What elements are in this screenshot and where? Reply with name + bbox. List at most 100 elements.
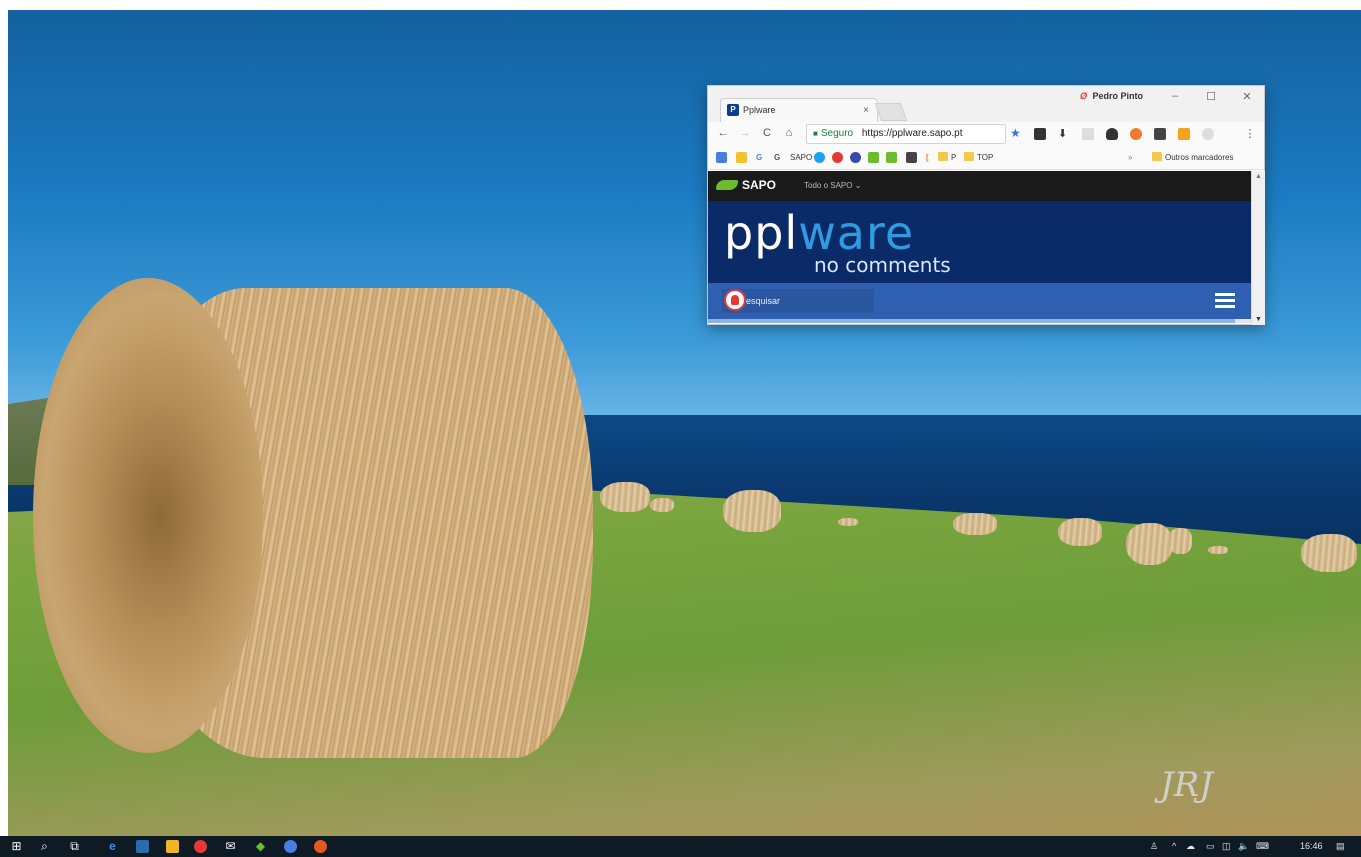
- hamburger-menu-icon[interactable]: [1215, 293, 1235, 309]
- cloud-icon[interactable]: ☁: [1186, 840, 1195, 853]
- notification-bell-icon[interactable]: [724, 289, 746, 311]
- google-icon[interactable]: G: [774, 152, 780, 164]
- twitter-icon[interactable]: [814, 152, 825, 163]
- scroll-down-icon[interactable]: ▼: [1255, 316, 1262, 323]
- logo-part-ppl: ppl: [724, 206, 799, 260]
- browser-toolbar: ← → C ⌂ ■ Seguro https://pplware.sapo.pt …: [708, 122, 1264, 146]
- drive-icon[interactable]: [736, 152, 747, 163]
- page-viewport: SAPO Todo o SAPO ⌄ pplware no comments P…: [708, 171, 1251, 326]
- wallpaper-signature: JRJ: [1160, 765, 1213, 805]
- clock[interactable]: 16:46: [1300, 840, 1323, 853]
- extension-icon[interactable]: [906, 152, 917, 163]
- forward-button[interactable]: →: [738, 127, 752, 139]
- pplware-nav: Pesquisar: [708, 283, 1251, 319]
- bookmarks-overflow[interactable]: »: [1128, 152, 1132, 164]
- folder-icon: [1152, 152, 1162, 161]
- extension-icon[interactable]: [1178, 128, 1190, 140]
- action-center-icon[interactable]: ▤: [1336, 840, 1345, 853]
- chrome-icon[interactable]: [194, 840, 207, 853]
- battery-icon[interactable]: ▭: [1206, 840, 1215, 853]
- other-bookmarks[interactable]: Outros marcadores: [1152, 152, 1233, 164]
- bracket-icon[interactable]: [: [926, 152, 929, 164]
- pplware-logo[interactable]: pplware: [724, 209, 914, 257]
- sapo-icon[interactable]: [886, 152, 897, 163]
- browser-titlebar[interactable]: P Pplware × Ø Pedro Pinto – ☐ ✕: [708, 86, 1264, 122]
- browser-window[interactable]: P Pplware × Ø Pedro Pinto – ☐ ✕ ← → C ⌂ …: [707, 85, 1265, 325]
- hay-bale: [1058, 518, 1102, 546]
- pplware-tagline: no comments: [814, 253, 951, 277]
- extension-icon[interactable]: [1202, 128, 1214, 140]
- new-tab-button[interactable]: [874, 103, 908, 121]
- other-bookmarks-label: Outros marcadores: [1165, 153, 1234, 162]
- home-button[interactable]: ⌂: [782, 127, 796, 139]
- address-bar[interactable]: ■ Seguro https://pplware.sapo.pt: [806, 124, 1006, 144]
- mail-icon[interactable]: ✉: [224, 840, 237, 853]
- hay-bale: [650, 498, 674, 512]
- profile-button[interactable]: Ø Pedro Pinto: [1080, 91, 1143, 101]
- hay-bale: [953, 513, 997, 535]
- close-tab-icon[interactable]: ×: [863, 105, 869, 116]
- extension-icon[interactable]: [1130, 128, 1142, 140]
- windows-start-icon[interactable]: ⊞: [10, 840, 23, 853]
- google-icon[interactable]: G: [756, 152, 762, 164]
- hay-bale: [1301, 534, 1357, 572]
- pplware-header: pplware no comments: [708, 201, 1251, 283]
- bookmark-sapo[interactable]: SAPO: [790, 152, 812, 164]
- todo-o-sapo-link[interactable]: Todo o SAPO ⌄: [804, 181, 861, 190]
- scroll-up-icon[interactable]: ▲: [1255, 173, 1262, 180]
- sapo-taskbar-icon[interactable]: ◆: [254, 840, 267, 853]
- lock-icon: ■: [813, 129, 818, 138]
- hay-bale-face: [33, 278, 263, 753]
- close-window-button[interactable]: ✕: [1238, 90, 1256, 103]
- large-hay-bale: [33, 278, 593, 758]
- network-icon[interactable]: ◫: [1222, 840, 1231, 853]
- minimize-button[interactable]: –: [1166, 90, 1184, 102]
- extension-icon[interactable]: [1082, 128, 1094, 140]
- chevron-down-icon: ⌄: [854, 181, 862, 190]
- hay-bale: [1208, 546, 1228, 554]
- chrome-menu-icon[interactable]: ⋮: [1243, 127, 1257, 140]
- pocket-icon[interactable]: [1106, 128, 1118, 140]
- extension-icon[interactable]: [1034, 128, 1046, 140]
- bookmark-folder-top[interactable]: TOP: [964, 152, 993, 164]
- todo-o-sapo-label: Todo o SAPO: [804, 181, 853, 190]
- chevron-up-icon[interactable]: ^: [1172, 840, 1176, 853]
- sapo-logo-text: SAPO: [742, 178, 777, 192]
- bookmark-folder-label: P: [951, 153, 957, 162]
- task-view-icon[interactable]: ⧉: [68, 840, 81, 853]
- keyboard-icon[interactable]: ⌨: [1256, 840, 1269, 853]
- volume-icon[interactable]: 🔈: [1238, 840, 1249, 853]
- sapo-logo[interactable]: SAPO: [716, 178, 776, 192]
- sapo-icon[interactable]: [868, 152, 879, 163]
- file-explorer-icon[interactable]: [136, 840, 149, 853]
- folder-icon[interactable]: [166, 840, 179, 853]
- docs-icon[interactable]: [716, 152, 727, 163]
- page-load-progress: [708, 319, 1251, 323]
- bookmark-folder-label: TOP: [977, 153, 994, 162]
- maximize-button[interactable]: ☐: [1202, 90, 1220, 103]
- profile-icon: Ø: [1080, 91, 1088, 101]
- app-icon[interactable]: [284, 840, 297, 853]
- bookmarks-bar: G G SAPO [ P TOP » Outros marcadores: [708, 146, 1264, 170]
- reload-button[interactable]: C: [760, 127, 774, 139]
- page-scrollbar[interactable]: ▲ ▼: [1251, 171, 1265, 325]
- hay-bale: [1168, 528, 1192, 554]
- profile-name: Pedro Pinto: [1092, 91, 1144, 101]
- extension-icon[interactable]: [832, 152, 843, 163]
- taskbar: ⊞ ⌕ ⧉ e ✉ ◆ ♙ ^ ☁ ▭ ◫ 🔈 ⌨ 16:46 ▤: [0, 836, 1361, 857]
- folder-icon: [938, 152, 948, 161]
- download-icon[interactable]: ⬇: [1058, 128, 1070, 140]
- search-icon[interactable]: ⌕: [38, 840, 51, 853]
- hay-bale: [600, 482, 650, 512]
- sapo-bar: SAPO Todo o SAPO ⌄: [708, 171, 1251, 201]
- edge-icon[interactable]: e: [106, 840, 119, 853]
- bookmark-folder-p[interactable]: P: [938, 152, 956, 164]
- bookmark-star-icon[interactable]: ★: [1010, 126, 1021, 140]
- extension-icon[interactable]: [850, 152, 861, 163]
- extension-icon[interactable]: [1154, 128, 1166, 140]
- people-icon[interactable]: ♙: [1150, 840, 1158, 853]
- app-icon[interactable]: [314, 840, 327, 853]
- tab-pplware[interactable]: P Pplware ×: [720, 98, 878, 122]
- hay-bale: [838, 518, 858, 526]
- back-button[interactable]: ←: [716, 127, 730, 139]
